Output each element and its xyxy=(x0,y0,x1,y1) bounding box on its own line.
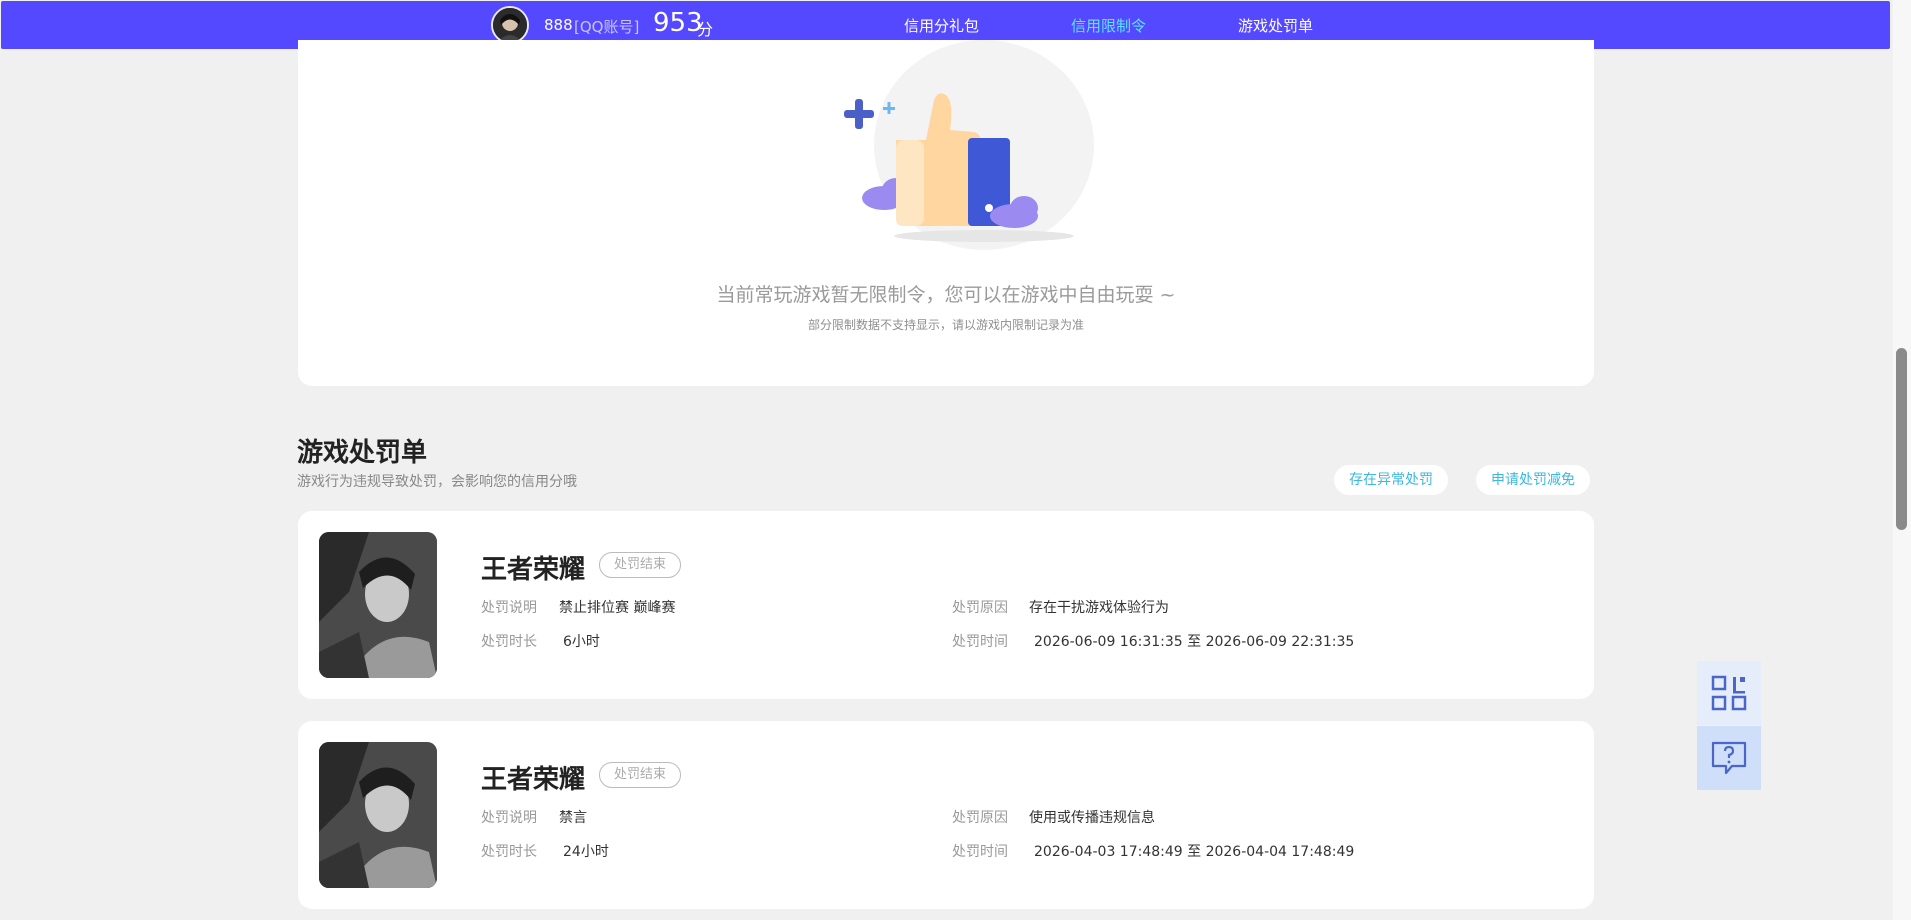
user-name: 888 xyxy=(544,16,573,34)
penalty-section-subtitle: 游戏行为违规导致处罚，会影响您的信用分哦 xyxy=(297,474,577,490)
scrollbar-thumb[interactable] xyxy=(1896,348,1907,530)
penalty-duration-label: 处罚时长 xyxy=(481,844,537,860)
qr-code-icon xyxy=(1711,675,1747,711)
game-name: 王者荣耀 xyxy=(481,555,586,585)
penalty-duration-value: 24小时 xyxy=(563,844,609,860)
penalty-time-label: 处罚时间 xyxy=(952,634,1008,650)
help-feedback-button[interactable] xyxy=(1697,726,1761,790)
avatar[interactable] xyxy=(491,6,529,44)
question-chat-icon xyxy=(1711,741,1747,775)
penalty-reason-value: 存在干扰游戏体验行为 xyxy=(1029,600,1169,616)
penalty-desc-value: 禁言 xyxy=(559,810,587,826)
apply-penalty-reduction-button[interactable]: 申请处罚减免 xyxy=(1476,465,1590,495)
penalty-desc-label: 处罚说明 xyxy=(481,810,537,826)
penalty-reason-label: 处罚原因 xyxy=(952,600,1008,616)
tab-credit-gift[interactable]: 信用分礼包 xyxy=(904,15,979,36)
status-badge: 处罚结束 xyxy=(599,762,682,788)
credit-score: 953 xyxy=(653,8,703,38)
credit-score-unit: 分 xyxy=(697,20,714,39)
penalty-duration-value: 6小时 xyxy=(563,634,600,650)
penalty-time-value: 2026-04-03 17:48:49 至 2026-04-04 17:48:4… xyxy=(1034,844,1355,860)
penalty-desc-label: 处罚说明 xyxy=(481,600,537,616)
tab-credit-restriction[interactable]: 信用限制令 xyxy=(1071,15,1146,36)
restriction-card: 当前常玩游戏暂无限制令，您可以在游戏中自由玩耍 ~ 部分限制数据不支持显示，请以… xyxy=(298,40,1594,386)
penalty-section-title: 游戏处罚单 xyxy=(297,438,428,468)
penalty-desc-value: 禁止排位赛 巅峰赛 xyxy=(559,600,676,616)
game-cover-image xyxy=(319,742,437,888)
penalty-card: 王者荣耀 处罚结束 处罚说明 禁止排位赛 巅峰赛 处罚时长 6小时 处罚原因 存… xyxy=(298,511,1594,699)
game-name: 王者荣耀 xyxy=(481,765,586,795)
account-type: [QQ账号] xyxy=(574,18,640,36)
penalty-reason-label: 处罚原因 xyxy=(952,810,1008,826)
qr-code-button[interactable] xyxy=(1697,661,1761,725)
status-badge: 处罚结束 xyxy=(599,552,682,578)
penalty-reason-value: 使用或传播违规信息 xyxy=(1029,810,1155,826)
report-abnormal-penalty-button[interactable]: 存在异常处罚 xyxy=(1334,465,1448,495)
game-cover-image xyxy=(319,532,437,678)
penalty-time-value: 2026-06-09 16:31:35 至 2026-06-09 22:31:3… xyxy=(1034,634,1355,650)
tab-game-penalty[interactable]: 游戏处罚单 xyxy=(1238,15,1313,36)
empty-restriction-message: 当前常玩游戏暂无限制令，您可以在游戏中自由玩耍 ~ xyxy=(716,284,1176,306)
penalty-time-label: 处罚时间 xyxy=(952,844,1008,860)
thumbs-up-illustration xyxy=(844,40,1094,250)
penalty-duration-label: 处罚时长 xyxy=(481,634,537,650)
penalty-card: 王者荣耀 处罚结束 处罚说明 禁言 处罚时长 24小时 处罚原因 使用或传播违规… xyxy=(298,721,1594,909)
restriction-note: 部分限制数据不支持显示，请以游戏内限制记录为准 xyxy=(807,318,1084,332)
